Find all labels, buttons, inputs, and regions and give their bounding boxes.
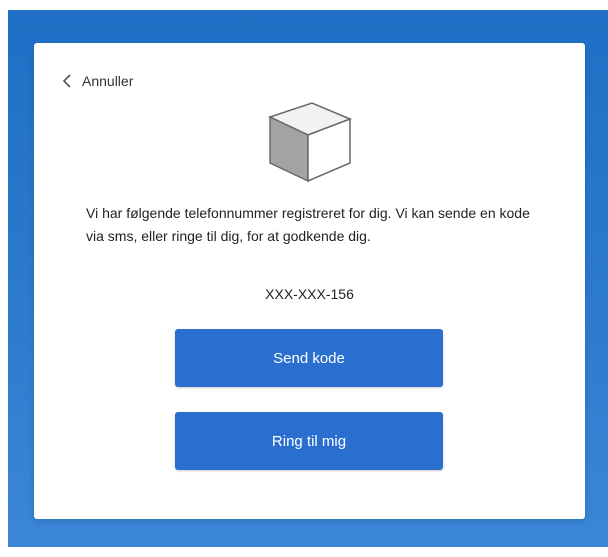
cancel-label: Annuller — [82, 73, 134, 89]
cancel-link[interactable]: Annuller — [60, 73, 133, 89]
chevron-left-icon — [60, 73, 74, 89]
phone-number: XXX-XXX-156 — [265, 286, 354, 302]
send-code-button[interactable]: Send kode — [175, 329, 443, 387]
verification-message: Vi har følgende telefonnummer registrere… — [86, 205, 530, 244]
verification-card: Annuller Vi har følgende telefonnummer r… — [34, 43, 585, 519]
cube-icon — [267, 102, 353, 183]
call-me-button[interactable]: Ring til mig — [175, 412, 443, 470]
